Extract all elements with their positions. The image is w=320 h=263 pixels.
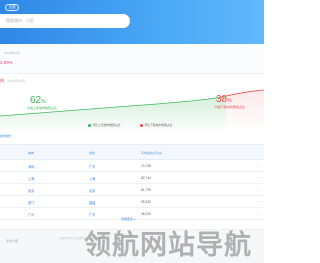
search-input[interactable]: 搜索城市、小区 — [0, 14, 130, 28]
legend-label-rise: 环比上涨城市数量占比 — [92, 123, 121, 127]
chart-legend: 环比上涨城市数量占比 环比下跌城市数量占比 — [88, 123, 188, 129]
table-row[interactable]: 北京 北京 61,739 › — [0, 184, 264, 196]
summary-change-value: 2.09% — [0, 60, 13, 65]
row-city[interactable]: 上海 — [28, 176, 34, 181]
site-watermark: 领航网站导航 — [84, 230, 252, 260]
row-province[interactable]: 上海 — [89, 176, 95, 181]
table-row[interactable]: 厦门 福建 39,332 › — [0, 196, 264, 208]
city-table: 城市 省份 平均房价(元/㎡) 深圳 广东 70,728 › 上海 上海 62,… — [0, 144, 264, 220]
col-province: 省份 — [89, 151, 96, 155]
legend-item-fall: 环比下跌城市数量占比 — [140, 123, 172, 127]
col-price: 平均房价(元/㎡) — [141, 151, 162, 155]
fall-area — [226, 90, 264, 130]
row-city[interactable]: 广州 — [28, 212, 34, 217]
list-title: 城市排行 — [0, 134, 13, 138]
chevron-right-icon[interactable]: › — [258, 212, 259, 216]
fall-percent-value: 38 — [216, 94, 228, 105]
section-subtitle: (2024年02月) — [7, 79, 26, 83]
rise-percent: 62% — [30, 95, 46, 106]
row-city[interactable]: 北京 — [28, 188, 34, 193]
view-more-link[interactable]: 查看更多 » — [121, 217, 136, 221]
chevron-right-icon[interactable]: › — [258, 200, 259, 204]
footer-about-link[interactable]: 平台介绍 — [6, 239, 18, 243]
rise-percent-unit: % — [41, 99, 46, 105]
table-row[interactable]: 上海 上海 62,744 › — [0, 172, 264, 184]
row-city[interactable]: 深圳 — [28, 164, 34, 169]
row-city[interactable]: 厦门 — [28, 200, 34, 205]
chevron-right-icon[interactable]: › — [258, 188, 259, 192]
city-selector-button[interactable]: 全国 — [5, 4, 19, 11]
rise-percent-value: 62 — [30, 95, 42, 106]
header-banner: 全国 搜索城市、小区 — [0, 0, 264, 44]
fall-percent: 38% — [216, 94, 232, 105]
section-title-text: 热 — [0, 78, 4, 83]
summary-date: 2024年02月 — [4, 51, 21, 55]
legend-item-rise: 环比上涨城市数量占比 — [88, 123, 120, 127]
table-header: 城市 省份 平均房价(元/㎡) — [0, 144, 264, 160]
row-province[interactable]: 北京 — [89, 188, 95, 193]
row-price: 62,744 — [141, 176, 151, 180]
fall-percent-unit: % — [227, 98, 232, 104]
col-city: 城市 — [28, 151, 35, 155]
rise-caption: 价格上涨城市数量占比 — [27, 106, 58, 110]
row-price: 39,332 — [141, 200, 151, 204]
row-price: 36,129 — [141, 212, 151, 216]
chevron-right-icon[interactable]: › — [258, 176, 259, 180]
row-province[interactable]: 广东 — [89, 212, 95, 217]
row-price: 61,739 — [141, 188, 151, 192]
row-price: 70,728 — [141, 164, 151, 168]
row-province[interactable]: 广东 — [89, 164, 95, 169]
legend-dot-fall — [140, 123, 143, 127]
chevron-right-icon[interactable]: › — [258, 164, 259, 168]
summary-card: 2024年02月 2.09% — [0, 44, 264, 74]
legend-label-fall: 环比下跌城市数量占比 — [144, 123, 173, 127]
row-province[interactable]: 福建 — [89, 200, 95, 205]
legend-dot-rise — [88, 123, 91, 127]
fall-caption: 价格下跌城市数量占比 — [215, 105, 246, 109]
table-row[interactable]: 深圳 广东 70,728 › — [0, 160, 264, 172]
